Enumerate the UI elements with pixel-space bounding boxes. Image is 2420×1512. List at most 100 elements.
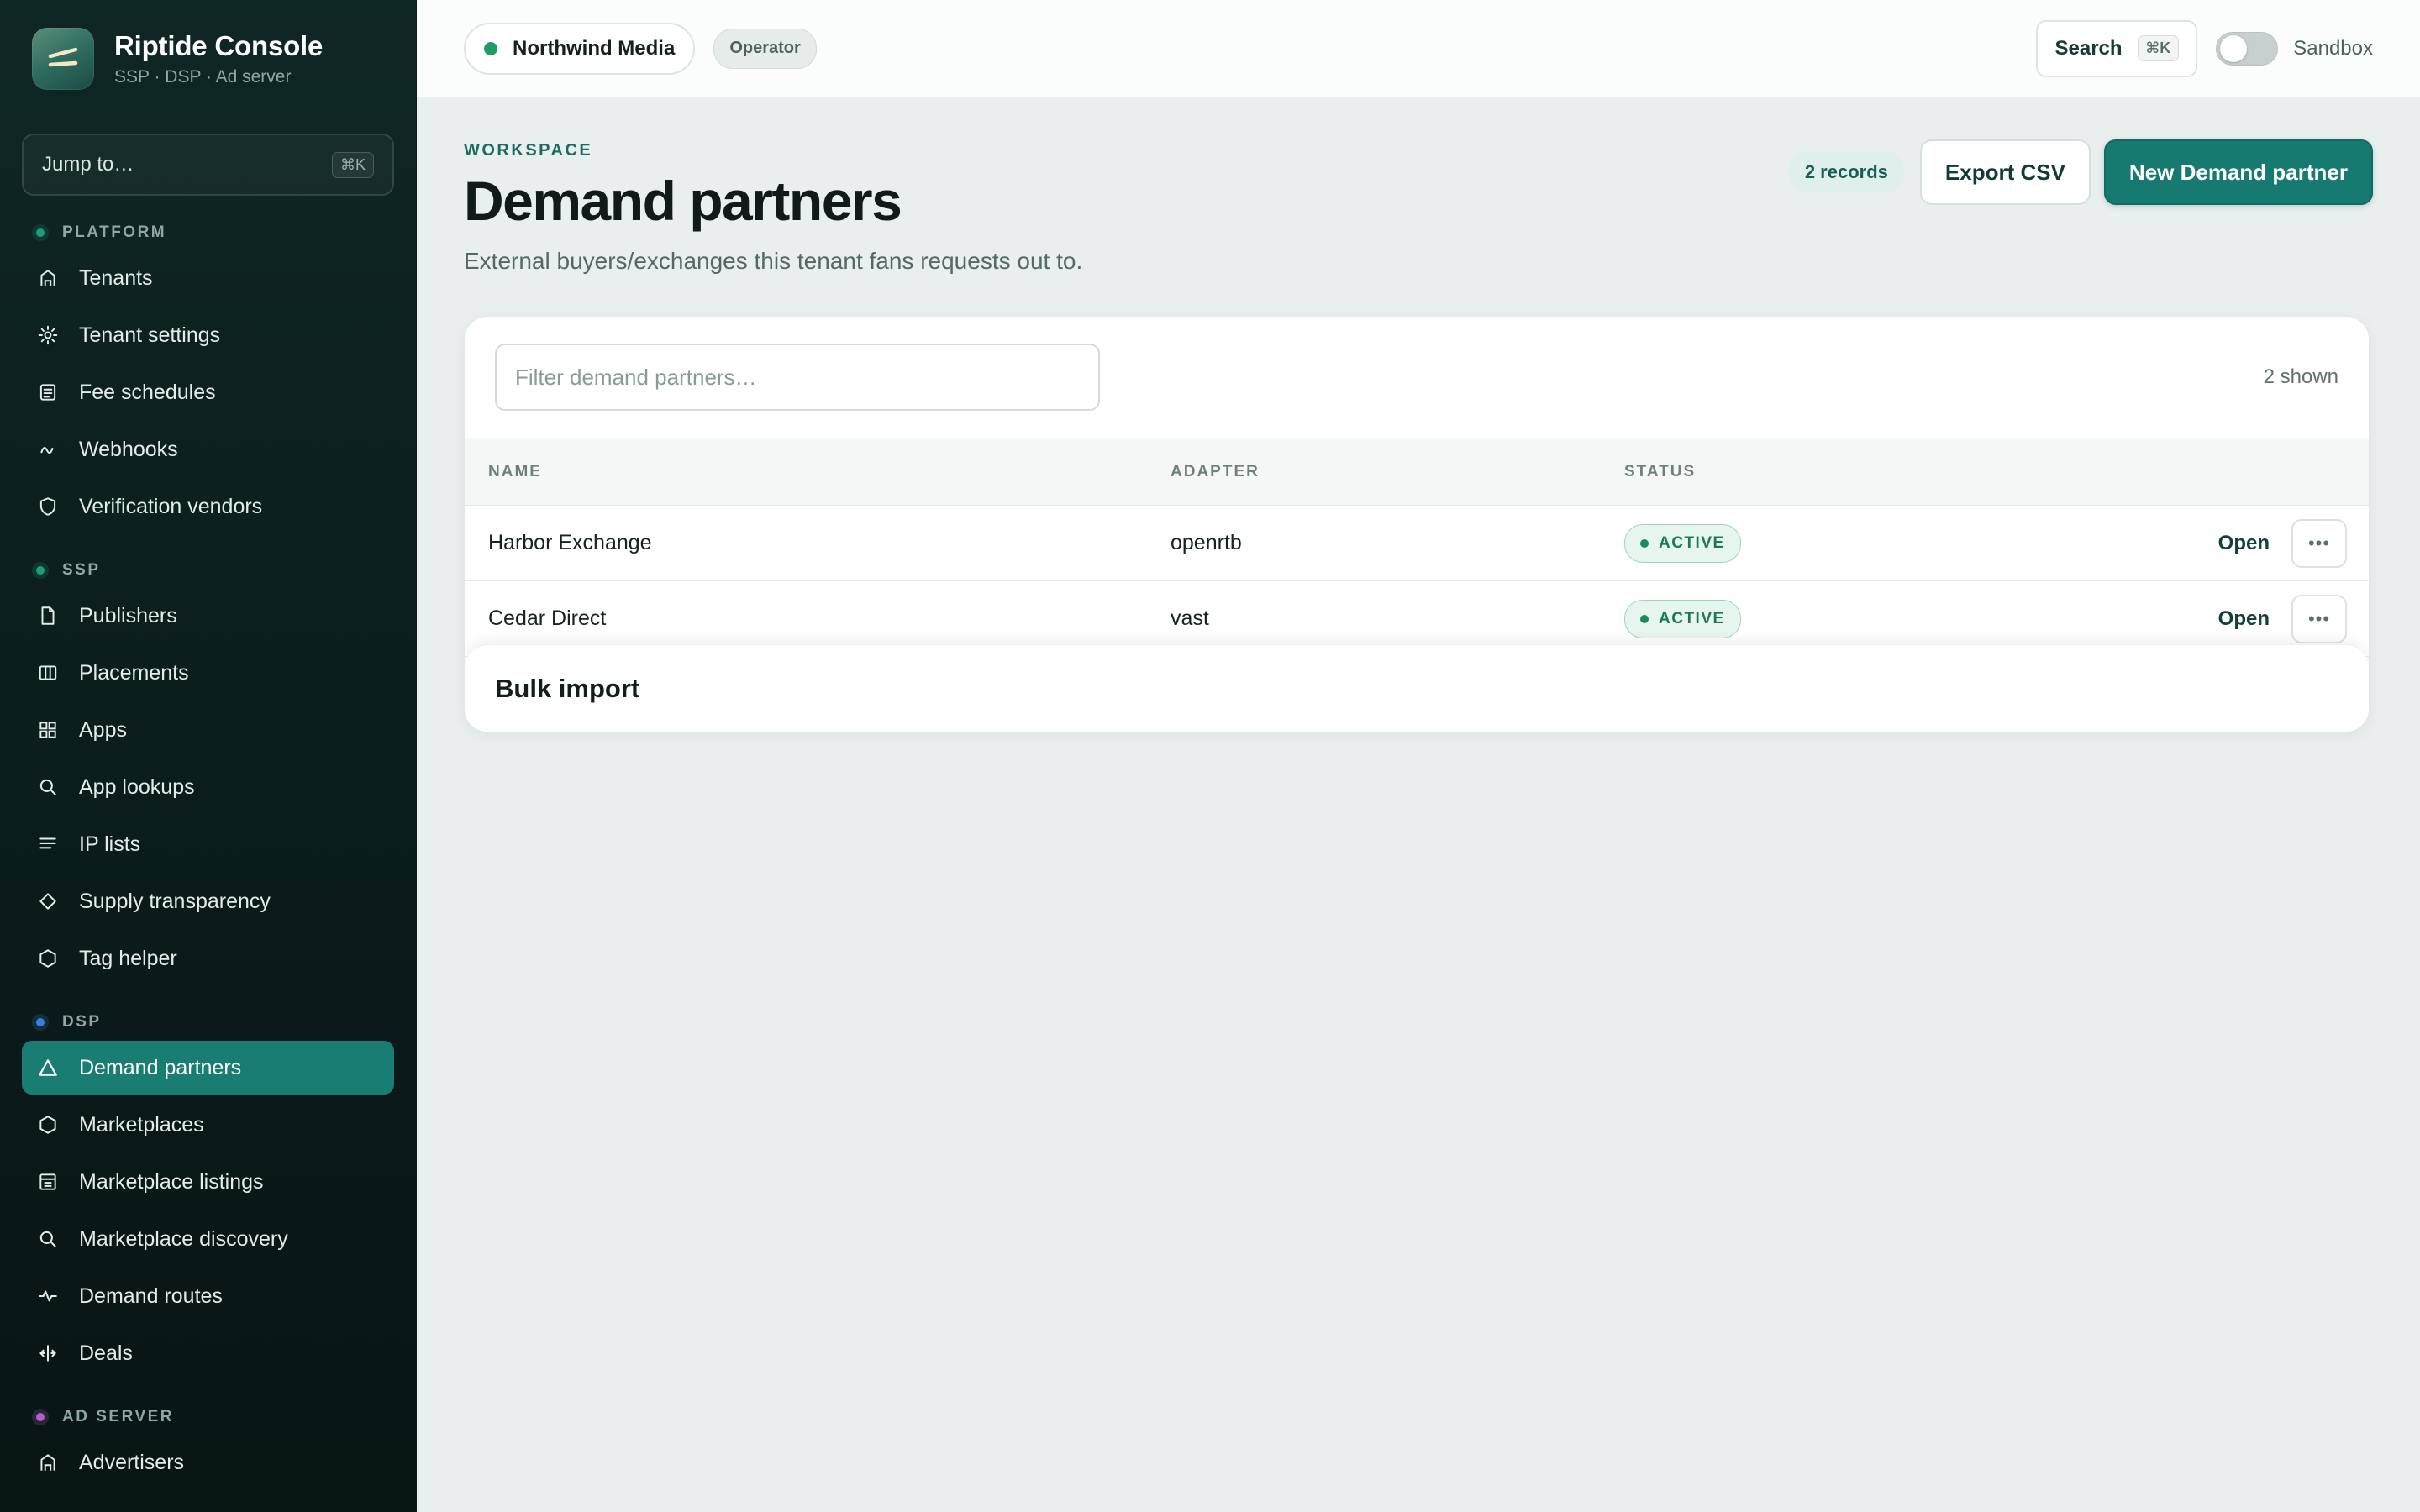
- status-badge: ACTIVE: [1624, 599, 1741, 638]
- topbar: Northwind Media Operator Search ⌘K Sandb…: [417, 0, 2420, 97]
- page-header: WORKSPACE Demand partners External buyer…: [417, 97, 2420, 326]
- status-dot-icon: [1640, 538, 1649, 548]
- bulk-import-panel[interactable]: Bulk import: [465, 644, 2369, 732]
- row-actions-cell: Open •••: [2095, 505, 2369, 581]
- sidebar-item-label: Deals: [79, 1341, 133, 1365]
- sidebar-item-marketplace-discovery[interactable]: Marketplace discovery: [22, 1212, 394, 1266]
- column-header-actions: [2095, 438, 2369, 506]
- sandbox-label: Sandbox: [2293, 36, 2373, 60]
- sidebar-item-label: Tag helper: [79, 946, 177, 970]
- demand-partners-card: 2 shown NAME ADAPTER STATUS Harbor Excha…: [464, 316, 2370, 732]
- sidebar-item-label: Marketplace listings: [79, 1169, 264, 1194]
- handshake-icon: [37, 1342, 59, 1364]
- column-header-name[interactable]: NAME: [465, 438, 1171, 506]
- section-dot-icon: [32, 1014, 49, 1031]
- triangle-icon: [37, 1057, 59, 1079]
- status-cell: ACTIVE: [1624, 505, 2095, 581]
- demand-partners-table: NAME ADAPTER STATUS Harbor Exchange openr…: [465, 438, 2369, 657]
- pulse-icon: [37, 1285, 59, 1307]
- sidebar-item-label: App lookups: [79, 774, 195, 799]
- sidebar-section-label: DSP: [62, 1013, 102, 1031]
- brand-subtitle: SSP · DSP · Ad server: [114, 67, 292, 87]
- sidebar-section-platform: PLATFORM: [0, 218, 416, 248]
- sidebar-item-apps[interactable]: Apps: [22, 703, 394, 757]
- sidebar-section-ad-server: AD SERVER: [0, 1402, 416, 1432]
- sidebar-item-supply-transparency[interactable]: Supply transparency: [22, 874, 394, 928]
- diamond-icon: [37, 890, 59, 912]
- section-dot-icon: [32, 224, 49, 241]
- sandbox-toggle-knob: [2220, 34, 2248, 62]
- sidebar-item-app-lookups[interactable]: App lookups: [22, 760, 394, 814]
- status-text: ACTIVE: [1659, 609, 1725, 627]
- filter-input[interactable]: [495, 344, 1100, 411]
- sidebar-section-label: PLATFORM: [62, 223, 167, 241]
- sidebar-item-publishers[interactable]: Publishers: [22, 589, 394, 643]
- sidebar-item-label: Demand routes: [79, 1284, 223, 1308]
- table-row[interactable]: Harbor Exchange openrtb ACTIVE Open •••: [465, 505, 2369, 581]
- gear-icon: [37, 324, 59, 346]
- sidebar-item-label: IP lists: [79, 832, 141, 856]
- sidebar-section-dsp: DSP: [0, 1007, 416, 1037]
- new-demand-partner-button[interactable]: New Demand partner: [2103, 139, 2373, 205]
- sidebar-item-label: Tenants: [79, 265, 153, 290]
- sidebar-section-label: SSP: [62, 561, 101, 579]
- sidebar-item-label: Apps: [79, 717, 127, 742]
- bulk-import-title: Bulk import: [495, 673, 640, 703]
- sidebar-item-demand-partners[interactable]: Demand partners: [22, 1041, 394, 1095]
- search-button[interactable]: Search ⌘K: [2036, 19, 2198, 77]
- sidebar-item-demand-routes[interactable]: Demand routes: [22, 1269, 394, 1323]
- sidebar-item-webhooks[interactable]: Webhooks: [22, 423, 394, 476]
- sidebar-item-verification-vendors[interactable]: Verification vendors: [22, 480, 394, 533]
- sidebar-item-label: Fee schedules: [79, 380, 216, 404]
- page-actions: 2 records Export CSV New Demand partner: [1787, 139, 2373, 205]
- sidebar-item-label: Webhooks: [79, 437, 178, 461]
- column-header-adapter[interactable]: ADAPTER: [1171, 438, 1624, 506]
- open-link[interactable]: Open: [2218, 532, 2270, 555]
- table-toolbar: 2 shown: [465, 317, 2369, 438]
- records-badge: 2 records: [1787, 152, 1905, 192]
- building-icon: [37, 1452, 59, 1473]
- list-icon: [37, 833, 59, 855]
- partner-adapter: openrtb: [1171, 505, 1624, 581]
- sidebar-item-fee-schedules[interactable]: Fee schedules: [22, 365, 394, 419]
- more-options-icon[interactable]: •••: [2291, 594, 2347, 643]
- sidebar-item-ip-lists[interactable]: IP lists: [22, 817, 394, 871]
- listing-icon: [37, 1171, 59, 1193]
- open-link[interactable]: Open: [2218, 607, 2270, 631]
- sidebar-item-tenants[interactable]: Tenants: [22, 251, 394, 305]
- sidebar-item-label: Advertisers: [79, 1450, 185, 1474]
- sandbox-toggle[interactable]: [2216, 31, 2279, 66]
- sidebar-item-tenant-settings[interactable]: Tenant settings: [22, 308, 394, 362]
- status-dot-icon: [1640, 614, 1649, 623]
- export-csv-button[interactable]: Export CSV: [1919, 139, 2091, 205]
- more-options-icon[interactable]: •••: [2291, 518, 2347, 568]
- table-header-row: NAME ADAPTER STATUS: [465, 438, 2369, 506]
- sidebar-item-advertisers[interactable]: Advertisers: [22, 1436, 394, 1489]
- sidebar-item-tag-helper[interactable]: Tag helper: [22, 932, 394, 985]
- sidebar-item-deals[interactable]: Deals: [22, 1326, 394, 1380]
- shown-count: 2 shown: [2263, 365, 2338, 388]
- page-subtitle: External buyers/exchanges this tenant fa…: [464, 248, 1083, 274]
- sidebar-item-placements[interactable]: Placements: [22, 646, 394, 700]
- sidebar-item-marketplaces[interactable]: Marketplaces: [22, 1098, 394, 1152]
- jump-to-button[interactable]: Jump to… ⌘K: [22, 134, 394, 196]
- section-dot-icon: [32, 562, 49, 579]
- grid-icon: [37, 719, 59, 741]
- sidebar-item-label: Marketplaces: [79, 1112, 204, 1137]
- sidebar-item-marketplace-listings[interactable]: Marketplace listings: [22, 1155, 394, 1209]
- sidebar-item-label: Tenant settings: [79, 323, 221, 347]
- brand[interactable]: Riptide Console SSP · DSP · Ad server: [0, 0, 416, 91]
- document-icon: [37, 381, 59, 403]
- sidebar-item-label: Publishers: [79, 603, 177, 627]
- hexagon-icon: [37, 948, 59, 969]
- sidebar-item-label: Marketplace discovery: [79, 1226, 288, 1251]
- sidebar-item-label: Demand partners: [79, 1055, 242, 1079]
- column-header-status[interactable]: STATUS: [1624, 438, 2095, 506]
- sidebar-section-ssp: SSP: [0, 555, 416, 585]
- webhook-icon: [37, 438, 59, 460]
- main-content: Northwind Media Operator Search ⌘K Sandb…: [417, 0, 2420, 1512]
- tenant-switcher[interactable]: Northwind Media: [464, 22, 696, 75]
- columns-icon: [37, 662, 59, 684]
- brand-logo-icon: [32, 28, 94, 90]
- sidebar-section-label: AD SERVER: [62, 1408, 175, 1425]
